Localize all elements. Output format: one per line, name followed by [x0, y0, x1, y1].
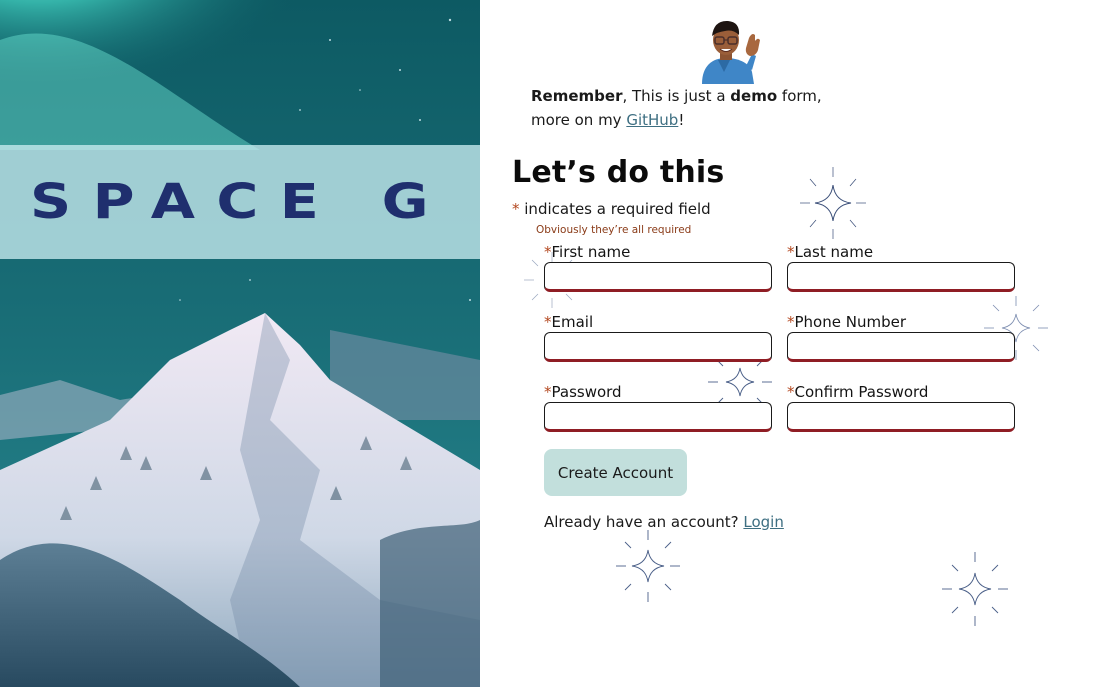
note-end: ! [678, 111, 685, 129]
note-bold-demo: demo [730, 87, 778, 105]
page-title: Let’s do this [512, 155, 725, 190]
first-name-group: *First name [544, 242, 772, 292]
required-note: * indicates a required field [512, 200, 711, 218]
password-group: *Password [544, 382, 772, 432]
create-account-button[interactable]: Create Account [544, 449, 687, 496]
sparkle-icon [942, 552, 1008, 626]
hero-image: SPACE G [0, 0, 480, 687]
confirm-password-group: *Confirm Password [787, 382, 1015, 432]
phone-label: *Phone Number [787, 313, 906, 331]
sparkle-icon [616, 530, 680, 602]
required-subnote: Obviously they’re all required [536, 224, 692, 236]
note-text-1: , This is just a [622, 87, 731, 105]
confirm-password-label: *Confirm Password [787, 383, 929, 401]
last-name-label: *Last name [787, 243, 874, 261]
phone-input[interactable] [787, 332, 1015, 362]
required-star: * [512, 200, 520, 218]
first-name-input[interactable] [544, 262, 772, 292]
password-input[interactable] [544, 402, 772, 432]
email-input[interactable] [544, 332, 772, 362]
phone-group: *Phone Number [787, 312, 1015, 362]
required-text: indicates a required field [519, 200, 711, 218]
note-bold-remember: Remember [531, 87, 623, 105]
login-link[interactable]: Login [743, 513, 783, 531]
password-label: *Password [544, 383, 622, 401]
last-name-group: *Last name [787, 242, 1015, 292]
last-name-input[interactable] [787, 262, 1015, 292]
sparkle-icon [800, 167, 866, 239]
memoji-avatar [702, 20, 760, 84]
first-name-label: *First name [544, 243, 631, 261]
svg-text:SPACE G: SPACE G [30, 178, 450, 224]
github-link[interactable]: GitHub [626, 111, 678, 129]
demo-note: Remember, This is just a demo form, more… [531, 84, 851, 132]
space-g-logo: SPACE G [30, 178, 450, 224]
login-prompt: Already have an account? Login [544, 513, 784, 531]
confirm-password-input[interactable] [787, 402, 1015, 432]
login-prompt-text: Already have an account? [544, 513, 744, 531]
mountain-aurora-image [0, 0, 480, 687]
email-group: *Email [544, 312, 772, 362]
email-label: *Email [544, 313, 594, 331]
